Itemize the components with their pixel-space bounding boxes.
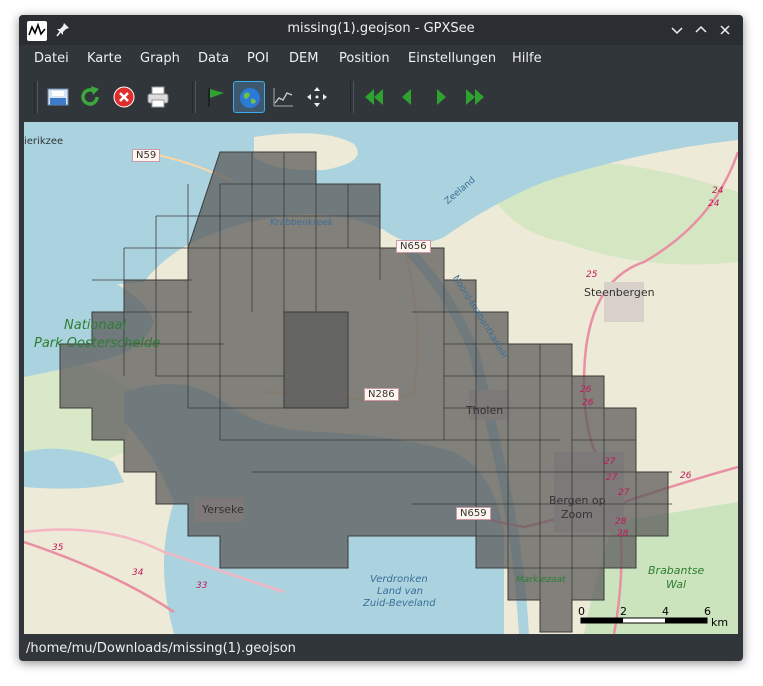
road-number-label: 34 xyxy=(132,568,144,578)
maximize-button[interactable] xyxy=(691,20,711,40)
toolbar-separator xyxy=(350,81,354,113)
menu-graph[interactable]: Graph xyxy=(140,51,180,66)
show-waypoints-button[interactable] xyxy=(200,81,232,113)
scale-tick-label: 2 xyxy=(620,605,627,618)
chevron-down-icon xyxy=(671,27,683,35)
previous-file-button[interactable] xyxy=(391,81,423,113)
map-label-land-van: Land van xyxy=(377,586,423,597)
reload-button[interactable] xyxy=(74,81,106,113)
show-map-button[interactable] xyxy=(233,81,265,113)
road-label-n59: N59 xyxy=(132,149,161,162)
road-number-label: 24 xyxy=(708,199,720,209)
arrow-left-icon xyxy=(402,89,411,105)
map-label-steenbergen: Steenbergen xyxy=(584,286,655,299)
flag-icon xyxy=(208,88,224,107)
fullscreen-button[interactable] xyxy=(301,81,333,113)
map-label-yerseke: Yerseke xyxy=(202,503,244,516)
globe-icon xyxy=(240,88,260,108)
arrow-right-icon xyxy=(437,89,446,105)
road-number-label: 26 xyxy=(680,471,692,481)
menu-dem[interactable]: DEM xyxy=(289,51,318,66)
minimize-button[interactable] xyxy=(667,20,687,40)
double-arrow-left-icon xyxy=(365,89,383,105)
map-label-tholen: Tholen xyxy=(466,404,504,417)
toolbar-separator xyxy=(192,81,196,113)
chevron-up-icon xyxy=(695,25,707,33)
graph-icon xyxy=(273,88,293,107)
menu-position[interactable]: Position xyxy=(339,51,390,66)
scale-unit-label: km xyxy=(711,616,729,629)
map-label-markiezaat: Markiezaat xyxy=(516,575,566,585)
print-icon xyxy=(147,86,169,108)
menu-data[interactable]: Data xyxy=(198,51,229,66)
map-view[interactable]: ierikzee N59 Krabbenkreek Zeeland N656 N… xyxy=(24,122,738,634)
reload-icon xyxy=(81,86,99,106)
open-file-button[interactable] xyxy=(42,81,74,113)
window-title: missing(1).geojson - GPXSee xyxy=(287,21,475,36)
toolbar-separator xyxy=(34,81,38,113)
road-number-label: 28 xyxy=(617,529,629,539)
road-label-n286: N286 xyxy=(364,388,399,401)
close-file-icon xyxy=(113,86,135,108)
next-file-button[interactable] xyxy=(425,81,457,113)
map-label-wal: Wal xyxy=(666,578,687,591)
map-label-nationaal: Nationaal xyxy=(64,318,127,333)
app-window: missing(1).geojson - GPXSee Datei Karte … xyxy=(19,15,743,661)
close-window-button[interactable] xyxy=(715,20,735,40)
road-number-label: 35 xyxy=(52,543,64,553)
first-file-button[interactable] xyxy=(358,81,390,113)
double-arrow-right-icon xyxy=(466,89,484,105)
status-bar: /home/mu/Downloads/missing(1).geojson xyxy=(19,636,743,661)
scale-tick-label: 0 xyxy=(578,605,585,618)
map-label-zuid-beveland: Zuid-Beveland xyxy=(363,598,436,609)
map-label-bergen-op: Bergen op xyxy=(549,494,606,507)
road-number-label: 26 xyxy=(580,385,592,395)
menu-datei[interactable]: Datei xyxy=(34,51,69,66)
road-label-n656: N656 xyxy=(396,240,431,253)
toolbar xyxy=(19,75,743,117)
menu-einstellungen[interactable]: Einstellungen xyxy=(408,51,496,66)
road-number-label: 27 xyxy=(604,457,616,467)
scale-tick-label: 4 xyxy=(662,605,669,618)
print-button[interactable] xyxy=(142,81,174,113)
move-icon xyxy=(307,87,327,107)
road-number-label: 24 xyxy=(712,186,724,196)
menu-hilfe[interactable]: Hilfe xyxy=(512,51,542,66)
road-number-label: 25 xyxy=(586,270,598,280)
status-file-path: /home/mu/Downloads/missing(1).geojson xyxy=(26,641,296,656)
title-bar: missing(1).geojson - GPXSee xyxy=(19,15,743,45)
map-label-brabantse: Brabantse xyxy=(648,564,705,577)
menu-karte[interactable]: Karte xyxy=(87,51,122,66)
road-number-label: 27 xyxy=(606,473,618,483)
close-icon xyxy=(720,25,730,35)
map-label-verdronken: Verdronken xyxy=(370,574,428,585)
close-file-button[interactable] xyxy=(108,81,140,113)
map-label-zoom: Zoom xyxy=(561,508,593,521)
map-label-zierikzee: ierikzee xyxy=(24,136,64,147)
show-graphs-button[interactable] xyxy=(267,81,299,113)
road-number-label: 28 xyxy=(615,517,627,527)
menu-bar: Datei Karte Graph Data POI DEM Position … xyxy=(19,45,743,73)
open-file-icon xyxy=(47,88,69,106)
road-number-label: 27 xyxy=(618,488,630,498)
map-canvas xyxy=(24,122,738,634)
scale-tick-label: 6 xyxy=(704,605,711,618)
road-number-label: 26 xyxy=(582,398,594,408)
road-label-n659: N659 xyxy=(456,507,491,520)
map-label-krabbenkreek: Krabbenkreek xyxy=(270,218,333,228)
menu-poi[interactable]: POI xyxy=(247,51,269,66)
last-file-button[interactable] xyxy=(459,81,491,113)
map-label-park-oosterschelde: Park Oosterschelde xyxy=(34,336,161,351)
road-number-label: 33 xyxy=(196,581,208,591)
